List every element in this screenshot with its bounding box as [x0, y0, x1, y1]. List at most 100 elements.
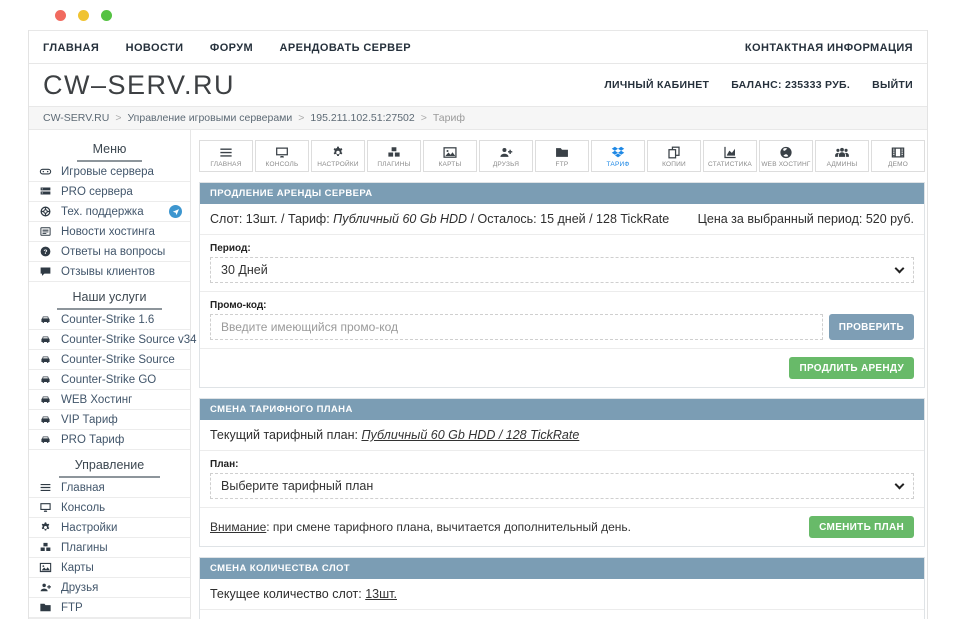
- tab-web-hosting[interactable]: WEB ХОСТИНГ: [759, 140, 813, 172]
- tab-main[interactable]: ГЛАВНАЯ: [199, 140, 253, 172]
- period-select[interactable]: 30 Дней: [210, 257, 914, 283]
- change-plan-button[interactable]: СМЕНИТЬ ПЛАН: [809, 516, 914, 538]
- zoom-window-button[interactable]: [101, 10, 112, 21]
- nav-forum-link[interactable]: ФОРУМ: [210, 42, 253, 54]
- sidebar-item-label: Главная: [61, 482, 105, 494]
- minimize-window-button[interactable]: [78, 10, 89, 21]
- folder-icon: [39, 601, 52, 614]
- sidebar-item-label: Плагины: [61, 542, 108, 554]
- sidebar-item-pro-tariff[interactable]: PRO Тариф: [29, 430, 190, 450]
- sidebar-item-vip-tariff[interactable]: VIP Тариф: [29, 410, 190, 430]
- current-plan-link[interactable]: Публичный 60 Gb HDD / 128 TickRate: [361, 428, 579, 442]
- chevron-down-icon: [895, 479, 905, 489]
- sidebar-item-css[interactable]: Counter-Strike Source: [29, 350, 190, 370]
- user-plus-icon: [39, 581, 52, 594]
- plan-select[interactable]: Выберите тарифный план: [210, 473, 914, 499]
- sidebar-item-game-servers[interactable]: Игровые сервера: [29, 162, 190, 182]
- news-icon: [39, 225, 52, 238]
- globe-icon: [774, 145, 798, 160]
- tab-maps[interactable]: КАРТЫ: [423, 140, 477, 172]
- sidebar-item-cs16[interactable]: Counter-Strike 1.6: [29, 310, 190, 330]
- sidebar-section-services: Наши услуги: [29, 282, 190, 310]
- nav-home-link[interactable]: ГЛАВНАЯ: [43, 42, 99, 54]
- sidebar-item-reviews[interactable]: Отзывы клиентов: [29, 262, 190, 282]
- sidebar-item-csgo[interactable]: Counter-Strike GO: [29, 370, 190, 390]
- sidebar-item-hosting-news[interactable]: Новости хостинга: [29, 222, 190, 242]
- panel-title: ПРОДЛЕНИЕ АРЕНДЫ СЕРВЕРА: [200, 183, 924, 204]
- sidebar-item-label: Counter-Strike Source v34: [61, 334, 197, 346]
- warning-link[interactable]: Внимание: [210, 520, 266, 534]
- taxi-icon: [39, 313, 52, 326]
- sidebar-item-css-v34[interactable]: Counter-Strike Source v34: [29, 330, 190, 350]
- top-nav: ГЛАВНАЯ НОВОСТИ ФОРУМ АРЕНДОВАТЬ СЕРВЕР …: [29, 30, 927, 64]
- promo-code-input[interactable]: [210, 314, 823, 340]
- sidebar-item-settings[interactable]: Настройки: [29, 518, 190, 538]
- dropbox-icon: [606, 145, 630, 160]
- nav-rent-server-link[interactable]: АРЕНДОВАТЬ СЕРВЕР: [280, 42, 411, 54]
- breadcrumb-server-ip[interactable]: 195.211.102.51:27502: [310, 112, 414, 124]
- personal-cabinet-link[interactable]: ЛИЧНЫЙ КАБИНЕТ: [604, 79, 709, 91]
- sidebar-item-faq[interactable]: Ответы на вопросы: [29, 242, 190, 262]
- header: CW–SERV.RU ЛИЧНЫЙ КАБИНЕТ БАЛАНС: 235333…: [29, 64, 927, 106]
- nav-news-link[interactable]: НОВОСТИ: [126, 42, 184, 54]
- tab-copies[interactable]: КОПИИ: [647, 140, 701, 172]
- users-icon: [830, 145, 854, 160]
- sidebar-item-label: Настройки: [61, 522, 117, 534]
- sidebar-item-tech-support[interactable]: Тех. поддержка: [29, 202, 190, 222]
- sidebar-item-label: Ответы на вопросы: [61, 246, 165, 258]
- panel-title: СМЕНА КОЛИЧЕСТВА СЛОТ: [200, 558, 924, 579]
- folder-icon: [550, 145, 574, 160]
- promo-row: Промо-код: ПРОВЕРИТЬ: [200, 292, 924, 349]
- current-slots-link[interactable]: 13шт.: [365, 587, 397, 601]
- close-window-button[interactable]: [55, 10, 66, 21]
- tab-admins[interactable]: АДМИНЫ: [815, 140, 869, 172]
- tab-ftp[interactable]: FTP: [535, 140, 589, 172]
- sidebar-section-title: Меню: [77, 142, 143, 162]
- breadcrumb-root[interactable]: CW-SERV.RU: [43, 112, 109, 124]
- tab-label: WEB ХОСТИНГ: [761, 161, 810, 168]
- telegram-badge[interactable]: [169, 205, 182, 218]
- sidebar-item-label: Новости хостинга: [61, 226, 155, 238]
- extend-rent-button[interactable]: ПРОДЛИТЬ АРЕНДУ: [789, 357, 914, 379]
- main-content: ГЛАВНАЯ КОНСОЛЬ НАСТРОЙКИ ПЛАГИНЫ КАРТЫ: [191, 130, 927, 619]
- sidebar-item-label: VIP Тариф: [61, 414, 118, 426]
- breadcrumb-servers[interactable]: Управление игровыми серверами: [127, 112, 292, 124]
- server-toolbar: ГЛАВНАЯ КОНСОЛЬ НАСТРОЙКИ ПЛАГИНЫ КАРТЫ: [199, 140, 925, 172]
- image-icon: [39, 561, 52, 574]
- sidebar-section-management: Управление: [29, 450, 190, 478]
- sidebar-item-pro-servers[interactable]: PRO сервера: [29, 182, 190, 202]
- tab-label: КОПИИ: [662, 161, 686, 168]
- logout-link[interactable]: ВЫЙТИ: [872, 79, 913, 91]
- cubes-icon: [382, 145, 406, 160]
- comment-icon: [39, 265, 52, 278]
- plan-select-row: План: Выберите тарифный план: [200, 451, 924, 508]
- tab-settings[interactable]: НАСТРОЙКИ: [311, 140, 365, 172]
- tab-demo[interactable]: ДЕМО: [871, 140, 925, 172]
- sidebar-item-label: Друзья: [61, 582, 98, 594]
- breadcrumb-separator: >: [421, 112, 427, 124]
- tab-plugins[interactable]: ПЛАГИНЫ: [367, 140, 421, 172]
- sidebar-item-ftp[interactable]: FTP: [29, 598, 190, 618]
- sidebar-item-friends[interactable]: Друзья: [29, 578, 190, 598]
- check-promo-button[interactable]: ПРОВЕРИТЬ: [829, 314, 914, 340]
- panel-tariff-change: СМЕНА ТАРИФНОГО ПЛАНА Текущий тарифный п…: [199, 398, 925, 547]
- sidebar-item-plugins[interactable]: Плагины: [29, 538, 190, 558]
- sidebar-item-maps[interactable]: Карты: [29, 558, 190, 578]
- nav-contact-link[interactable]: КОНТАКТНАЯ ИНФОРМАЦИЯ: [745, 42, 913, 54]
- period-label: Период:: [210, 243, 914, 254]
- sidebar-item-label: Counter-Strike Source: [61, 354, 175, 366]
- site-logo[interactable]: CW–SERV.RU: [43, 70, 235, 101]
- sidebar-item-label: Counter-Strike 1.6: [61, 314, 154, 326]
- life-ring-icon: [39, 205, 52, 218]
- sidebar-item-main[interactable]: Главная: [29, 478, 190, 498]
- question-icon: [39, 245, 52, 258]
- account-area: ЛИЧНЫЙ КАБИНЕТ БАЛАНС: 235333 РУБ. ВЫЙТИ: [582, 79, 913, 91]
- sidebar-item-console[interactable]: Консоль: [29, 498, 190, 518]
- tab-friends[interactable]: ДРУЗЬЯ: [479, 140, 533, 172]
- tab-statistics[interactable]: СТАТИСТИКА: [703, 140, 757, 172]
- tab-console[interactable]: КОНСОЛЬ: [255, 140, 309, 172]
- sidebar-item-web-hosting[interactable]: WEB Хостинг: [29, 390, 190, 410]
- gamepad-icon: [39, 165, 52, 178]
- period-price: Цена за выбранный период: 520 руб.: [698, 212, 914, 226]
- tab-tariff[interactable]: ТАРИФ: [591, 140, 645, 172]
